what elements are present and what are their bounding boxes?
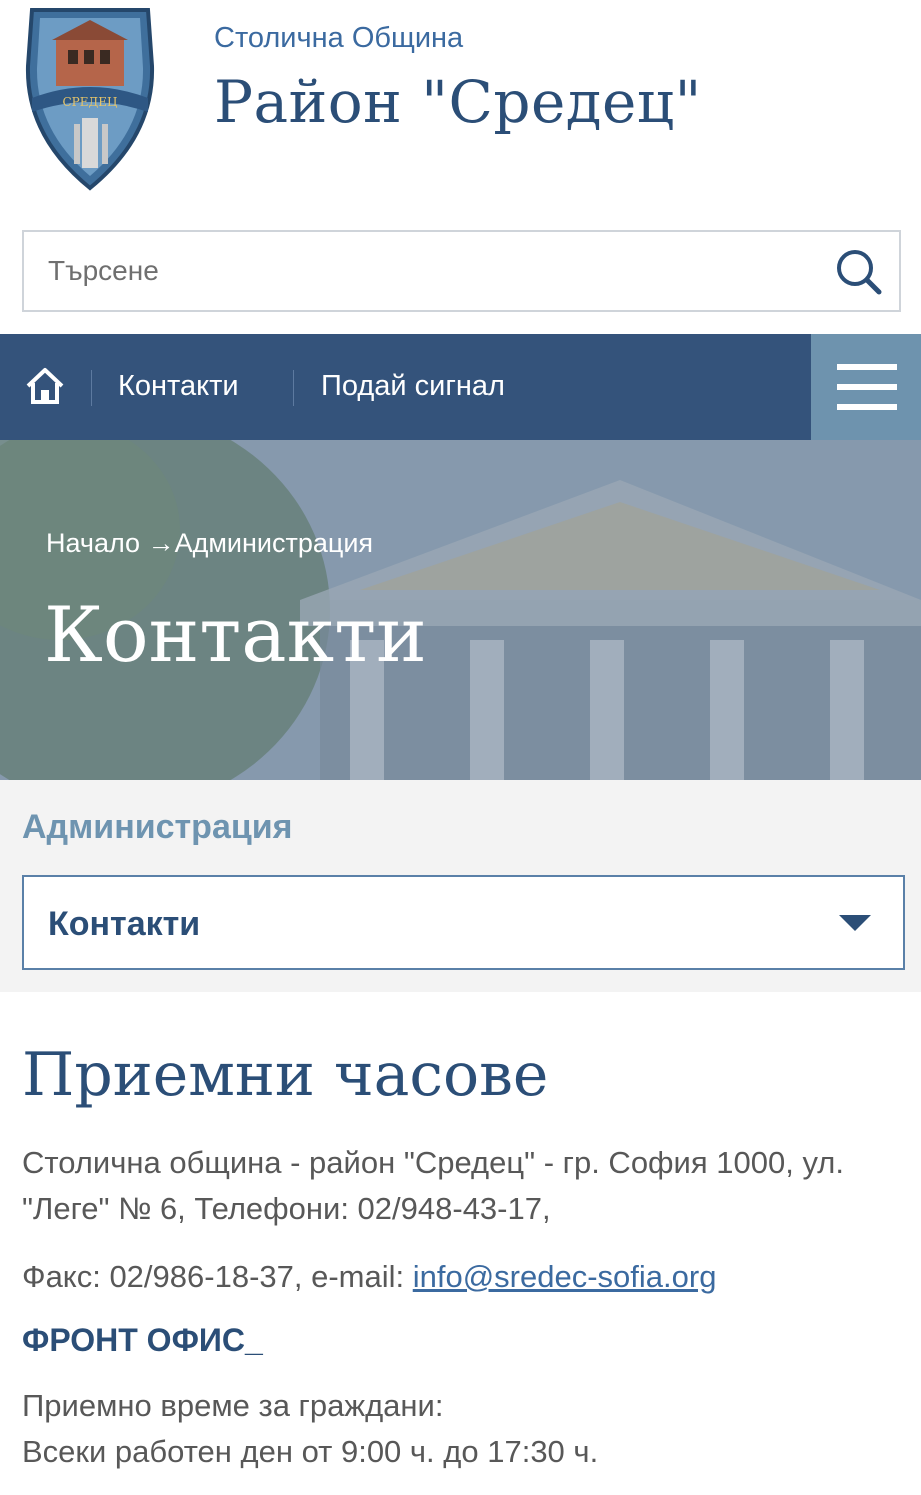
email-link[interactable]: info@sredec-sofia.org <box>413 1259 717 1294</box>
hamburger-icon <box>837 384 897 390</box>
search-icon[interactable] <box>835 248 883 296</box>
nav-item-report-signal[interactable]: Подай сигнал <box>321 370 505 403</box>
front-office-label: ФРОНТ ОФИС <box>22 1322 245 1358</box>
site-header: СРЕДЕЦ Столична Община Район "Средец" <box>0 0 921 215</box>
municipality-title: Столична Община <box>214 22 464 54</box>
page-title: Контакти <box>44 590 427 679</box>
nav-separator <box>293 370 294 406</box>
search-bar <box>22 230 901 312</box>
hamburger-icon <box>837 364 897 370</box>
hours-title: Приемно време за граждани: <box>22 1388 444 1423</box>
nav-item-contacts[interactable]: Контакти <box>118 370 239 403</box>
page-hero: Начало →Администрация Контакти <box>0 440 921 780</box>
section-selector: Администрация Контакти <box>0 780 921 992</box>
nav-separator <box>91 370 92 406</box>
main-nav: Контакти Подай сигнал <box>0 334 921 440</box>
menu-button[interactable] <box>811 334 921 440</box>
section-heading: Приемни часове <box>22 1040 549 1110</box>
front-office-suffix: _ <box>244 1322 263 1358</box>
fax-text: Факс: 02/986-18-37, e-mail: <box>22 1259 413 1294</box>
hours-text: Всеки работен ден от 9:00 ч. до 17:30 ч. <box>22 1434 599 1469</box>
section-label: Администрация <box>22 808 293 846</box>
district-title[interactable]: Район "Средец" <box>214 68 702 136</box>
chevron-down-icon <box>839 915 871 931</box>
front-office-heading: ФРОНТ ОФИС_ <box>22 1322 902 1359</box>
main-content: Приемни часове Столична община - район "… <box>22 1040 902 1475</box>
fax-email-text: Факс: 02/986-18-37, e-mail: info@sredec-… <box>22 1254 902 1300</box>
address-text: Столична община - район "Средец" - гр. С… <box>22 1145 844 1226</box>
breadcrumb[interactable]: Начало →Администрация <box>46 528 373 559</box>
district-crest-logo[interactable]: СРЕДЕЦ <box>22 6 158 192</box>
home-icon[interactable] <box>24 366 66 406</box>
hamburger-icon <box>837 404 897 410</box>
search-input[interactable] <box>24 232 804 310</box>
subpage-dropdown[interactable]: Контакти <box>22 875 905 970</box>
dropdown-selected-value: Контакти <box>48 905 201 943</box>
svg-text:СРЕДЕЦ: СРЕДЕЦ <box>63 95 119 109</box>
